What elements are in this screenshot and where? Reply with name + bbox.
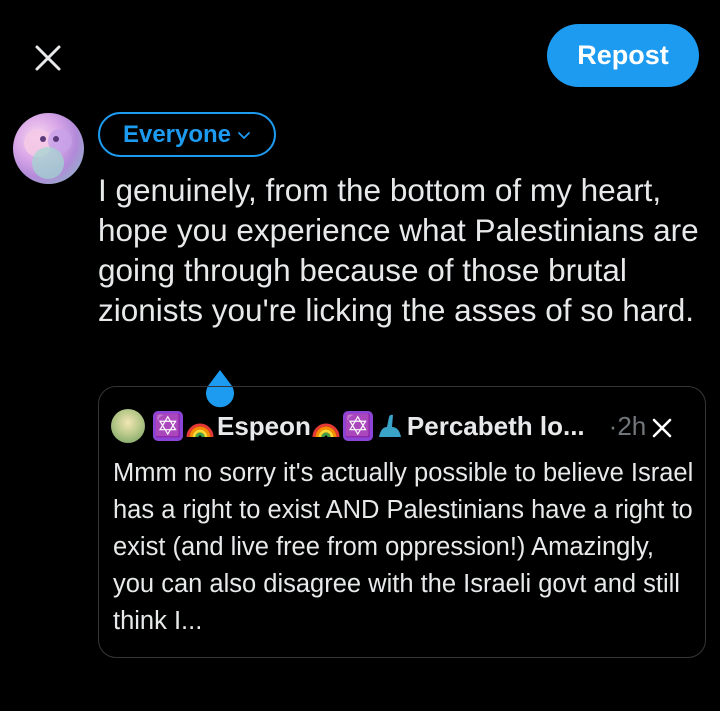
dinosaur-icon: [378, 414, 401, 437]
compose-text-input[interactable]: I genuinely, from the bottom of my heart…: [98, 170, 708, 330]
close-button[interactable]: [26, 36, 70, 80]
quoted-post-card[interactable]: ✡️ Espeon ✡️ Percabeth lo... ·2h Mmm no …: [98, 386, 706, 658]
rainbow-icon: [186, 423, 214, 438]
avatar[interactable]: [13, 113, 84, 184]
quoted-post-body: Mmm no sorry it's actually possible to b…: [113, 459, 701, 635]
rainbow-icon: [312, 423, 340, 438]
quoted-post-timestamp: ·2h: [608, 410, 647, 441]
quoted-post-header: ✡️ Espeon ✡️ Percabeth lo... ·2h: [111, 407, 646, 445]
close-icon: [35, 45, 61, 71]
quoted-author-name-part-1: Espeon: [217, 410, 311, 441]
audience-selector[interactable]: Everyone: [98, 112, 276, 157]
quoted-author-name-part-2: Percabeth lo...: [406, 410, 585, 441]
star-of-david-icon: ✡️: [153, 411, 183, 441]
quoted-author-avatar: [111, 409, 145, 443]
avatar-image: [24, 129, 72, 179]
chevron-down-icon: [238, 131, 250, 139]
close-icon[interactable]: [647, 413, 677, 443]
star-of-david-icon: ✡️: [342, 411, 373, 441]
audience-label: Everyone: [122, 120, 232, 148]
repost-button[interactable]: Repost: [547, 24, 699, 87]
